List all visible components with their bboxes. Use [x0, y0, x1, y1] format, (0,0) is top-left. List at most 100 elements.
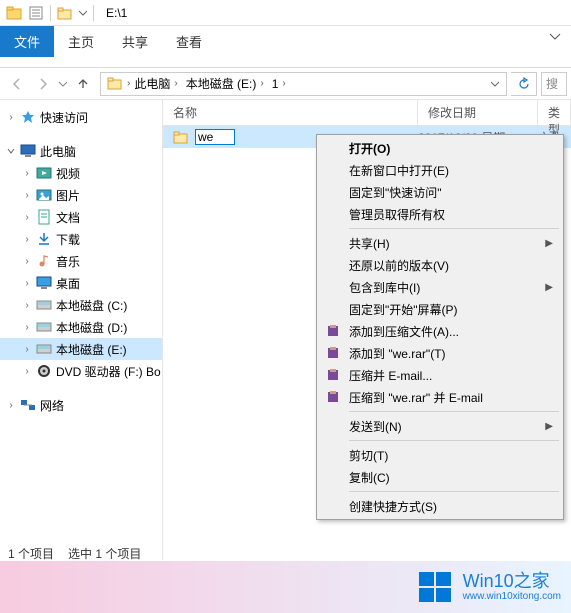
folder-small-icon[interactable]	[55, 3, 75, 23]
watermark-text: Win10之家 www.win10xitong.com	[463, 572, 561, 603]
chevron-right-icon[interactable]: ›	[174, 78, 177, 89]
chevron-right-icon[interactable]: ›	[22, 168, 32, 178]
watermark-url: www.win10xitong.com	[463, 591, 561, 602]
breadcrumb-seg-pc[interactable]: 此电脑›	[130, 75, 181, 92]
chevron-right-icon[interactable]: ›	[6, 400, 16, 410]
cm-pin-quick-access[interactable]: 固定到"快速访问"	[319, 181, 561, 203]
qat-separator-2	[93, 5, 94, 21]
cm-include-library[interactable]: 包含到库中(I)▶	[319, 276, 561, 298]
breadcrumb-seg-folder[interactable]: 1›	[268, 77, 290, 91]
video-icon	[36, 165, 52, 181]
tab-share[interactable]: 共享	[108, 26, 162, 57]
chevron-right-icon[interactable]: ›	[22, 234, 32, 244]
cm-add-archive[interactable]: 添加到压缩文件(A)...	[319, 320, 561, 342]
sidebar-item[interactable]: ›本地磁盘 (E:)	[0, 338, 162, 360]
chevron-right-icon[interactable]: ›	[22, 344, 32, 354]
recent-dropdown-icon[interactable]	[56, 71, 70, 97]
column-type[interactable]: 类型	[538, 100, 571, 125]
sidebar-item[interactable]: › 下载	[0, 228, 162, 250]
search-input[interactable]: 搜	[541, 72, 567, 96]
cm-open[interactable]: 打开(O)	[319, 137, 561, 159]
context-menu: 打开(O) 在新窗口中打开(E) 固定到"快速访问" 管理员取得所有权 共享(H…	[316, 134, 564, 520]
cm-add-we-rar[interactable]: 添加到 "we.rar"(T)	[319, 342, 561, 364]
cm-restore-previous[interactable]: 还原以前的版本(V)	[319, 254, 561, 276]
chevron-right-icon[interactable]: ›	[260, 78, 263, 89]
sidebar-item-network[interactable]: › 网络	[0, 394, 162, 416]
column-date[interactable]: 修改日期	[418, 100, 538, 125]
search-placeholder: 搜	[546, 75, 558, 92]
sidebar-label: 快速访问	[40, 109, 88, 126]
sidebar-item[interactable]: ›文档	[0, 206, 162, 228]
sidebar-item[interactable]: ›本地磁盘 (D:)	[0, 316, 162, 338]
sidebar-item[interactable]: ›视频	[0, 162, 162, 184]
sidebar-label: 图片	[56, 187, 80, 204]
star-icon	[20, 109, 36, 125]
refresh-button[interactable]	[511, 72, 537, 96]
sidebar-item[interactable]: ›本地磁盘 (C:)	[0, 294, 162, 316]
sidebar-item-quick-access[interactable]: › 快速访问	[0, 106, 162, 128]
column-headers: 名称 修改日期 类型	[163, 100, 571, 126]
cm-pin-start[interactable]: 固定到"开始"屏幕(P)	[319, 298, 561, 320]
cm-label: 添加到压缩文件(A)...	[349, 323, 459, 340]
properties-icon[interactable]	[26, 3, 46, 23]
cm-open-new-window[interactable]: 在新窗口中打开(E)	[319, 159, 561, 181]
disk-icon	[36, 297, 52, 313]
winrar-icon	[325, 345, 341, 361]
chevron-right-icon[interactable]: ›	[22, 322, 32, 332]
chevron-right-icon[interactable]: ›	[282, 78, 285, 89]
breadcrumb-seg-drive[interactable]: 本地磁盘 (E:)›	[182, 75, 268, 92]
winrar-icon	[325, 389, 341, 405]
tab-home[interactable]: 主页	[54, 26, 108, 57]
cm-admin-ownership[interactable]: 管理员取得所有权	[319, 203, 561, 225]
chevron-right-icon[interactable]: ›	[22, 366, 32, 376]
chevron-right-icon[interactable]: ›	[22, 190, 32, 200]
breadcrumb[interactable]: › 此电脑› 本地磁盘 (E:)› 1›	[100, 72, 507, 96]
cm-create-shortcut[interactable]: 创建快捷方式(S)	[319, 495, 561, 517]
chevron-right-icon[interactable]: ›	[22, 300, 32, 310]
qat-dropdown-icon[interactable]	[77, 3, 89, 23]
tab-view[interactable]: 查看	[162, 26, 216, 57]
sidebar-item[interactable]: › 图片	[0, 184, 162, 206]
sidebar-item[interactable]: ›DVD 驱动器 (F:) Bo	[0, 360, 162, 382]
sidebar-item[interactable]: ›音乐	[0, 250, 162, 272]
music-icon	[36, 253, 52, 269]
cm-label: 打开(O)	[349, 140, 390, 157]
sidebar-item[interactable]: ›桌面	[0, 272, 162, 294]
pictures-icon	[36, 187, 52, 203]
chevron-right-icon: ▶	[545, 421, 553, 432]
cm-compress-email[interactable]: 压缩并 E-mail...	[319, 364, 561, 386]
cm-label: 添加到 "we.rar"(T)	[349, 345, 446, 362]
cm-label: 剪切(T)	[349, 447, 388, 464]
cm-compress-we-email[interactable]: 压缩到 "we.rar" 并 E-mail	[319, 386, 561, 408]
forward-button[interactable]	[30, 71, 56, 97]
cm-separator	[349, 440, 559, 441]
sidebar-label: 下载	[56, 231, 80, 248]
cm-label: 管理员取得所有权	[349, 206, 445, 223]
cm-send-to[interactable]: 发送到(N)▶	[319, 415, 561, 437]
cm-label: 压缩到 "we.rar" 并 E-mail	[349, 389, 483, 406]
rename-input[interactable]	[195, 129, 235, 145]
cm-cut[interactable]: 剪切(T)	[319, 444, 561, 466]
dvd-icon	[36, 363, 52, 379]
tab-file[interactable]: 文件	[0, 26, 54, 57]
ribbon: 文件 主页 共享 查看	[0, 26, 571, 68]
chevron-right-icon[interactable]: ›	[22, 256, 32, 266]
ribbon-expand-icon[interactable]	[545, 26, 565, 49]
chevron-down-icon[interactable]	[6, 146, 16, 156]
column-name[interactable]: 名称	[163, 100, 418, 125]
chevron-right-icon[interactable]: ›	[22, 212, 32, 222]
cm-separator	[349, 411, 559, 412]
cm-separator	[349, 228, 559, 229]
cm-copy[interactable]: 复制(C)	[319, 466, 561, 488]
title-bar: E:\1	[0, 0, 571, 26]
back-button[interactable]	[4, 71, 30, 97]
watermark-title: Win10之家	[463, 572, 561, 592]
sidebar-item-this-pc[interactable]: 此电脑	[0, 140, 162, 162]
windows-logo-icon	[417, 569, 453, 605]
up-button[interactable]	[70, 71, 96, 97]
breadcrumb-dropdown-icon[interactable]	[486, 71, 504, 97]
chevron-right-icon[interactable]: ›	[6, 112, 16, 122]
cm-share[interactable]: 共享(H)▶	[319, 232, 561, 254]
sidebar: › 快速访问 此电脑 ›视频›图片›文档›下载›音乐›桌面›本地磁盘 (C:)›…	[0, 100, 163, 560]
chevron-right-icon[interactable]: ›	[22, 278, 32, 288]
